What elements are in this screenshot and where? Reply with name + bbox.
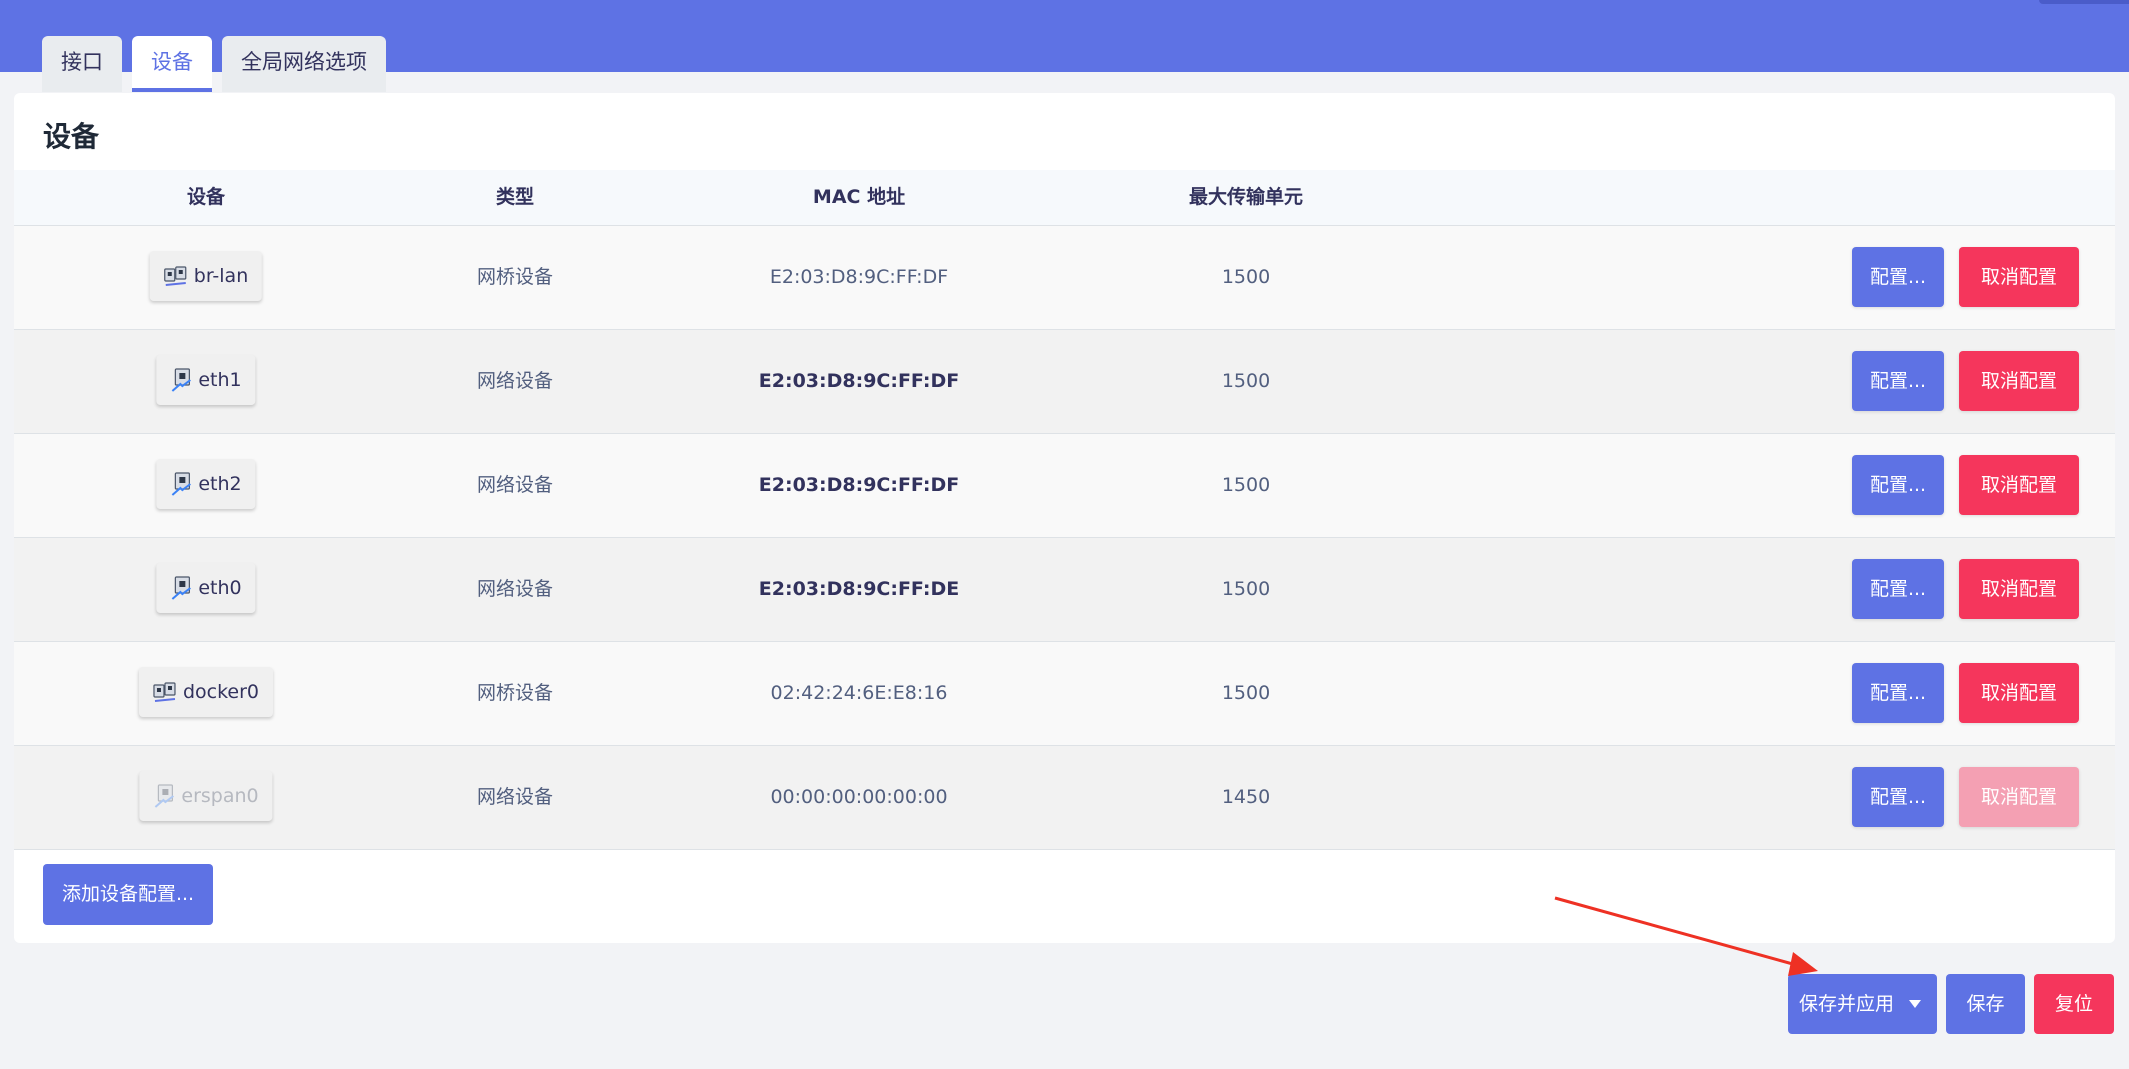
device-badge[interactable]: eth1 — [156, 355, 256, 405]
device-mac: 02:42:24:6E:E8:16 — [770, 682, 948, 704]
ethernet-port-icon — [154, 784, 174, 808]
device-badge[interactable]: eth2 — [156, 459, 256, 509]
device-name: eth0 — [198, 577, 242, 599]
ethernet-port-icon — [171, 368, 191, 392]
device-name: eth2 — [198, 473, 242, 495]
unconfigure-button[interactable]: 取消配置 — [1959, 559, 2079, 619]
save-button[interactable]: 保存 — [1946, 974, 2025, 1034]
tab-devices[interactable]: 设备 — [132, 36, 212, 92]
device-type: 网络设备 — [476, 578, 554, 600]
caret-down-icon[interactable] — [1909, 1000, 1921, 1008]
save-and-apply-label: 保存并应用 — [1799, 993, 1895, 1015]
unconfigure-button[interactable]: 取消配置 — [1959, 247, 2079, 307]
device-type: 网络设备 — [476, 474, 554, 496]
device-badge[interactable]: erspan0 — [139, 771, 273, 821]
tab-global-network-options[interactable]: 全局网络选项 — [222, 36, 386, 92]
column-header-mtu: 最大传输单元 — [1188, 186, 1304, 208]
panel-title: 设备 — [43, 120, 100, 153]
device-badge[interactable]: docker0 — [138, 667, 274, 717]
device-mac: E2:03:D8:9C:FF:DF — [769, 266, 949, 288]
bridge-icon — [153, 682, 176, 702]
ethernet-port-icon — [171, 576, 191, 600]
table-header: 设备 类型 MAC 地址 最大传输单元 — [14, 170, 2115, 226]
reset-button[interactable]: 复位 — [2034, 974, 2114, 1034]
add-device-config-button[interactable]: 添加设备配置... — [43, 864, 213, 925]
device-mtu: 1500 — [1221, 266, 1271, 288]
device-type: 网络设备 — [476, 370, 554, 392]
unconfigure-button[interactable]: 取消配置 — [1959, 455, 2079, 515]
column-header-device: 设备 — [186, 186, 226, 208]
column-header-mac: MAC 地址 — [812, 186, 906, 208]
header-corner-element — [2039, 0, 2129, 4]
device-mac: 00:00:00:00:00:00 — [770, 786, 948, 808]
annotation-arrow-head — [1788, 952, 1818, 976]
configure-button[interactable]: 配置... — [1852, 247, 1944, 307]
device-mtu: 1500 — [1221, 578, 1271, 600]
configure-button[interactable]: 配置... — [1852, 663, 1944, 723]
configure-button[interactable]: 配置... — [1852, 351, 1944, 411]
unconfigure-button[interactable]: 取消配置 — [1959, 767, 2079, 827]
tab-bar: 接口 设备 全局网络选项 — [42, 36, 386, 92]
configure-button[interactable]: 配置... — [1852, 767, 1944, 827]
device-type: 网桥设备 — [476, 266, 554, 288]
device-mtu: 1500 — [1221, 682, 1271, 704]
unconfigure-button[interactable]: 取消配置 — [1959, 663, 2079, 723]
device-mac: E2:03:D8:9C:FF:DF — [758, 370, 960, 392]
devices-panel: 设备 设备 类型 MAC 地址 最大传输单元 br-lan 网桥设备 E2:03:D… — [14, 93, 2115, 943]
device-badge[interactable]: eth0 — [156, 563, 256, 613]
table-row: erspan0 网络设备 00:00:00:00:00:00 1450 配置... 取消配… — [14, 746, 2115, 850]
ethernet-port-icon — [171, 472, 191, 496]
column-header-type: 类型 — [495, 186, 535, 208]
configure-button[interactable]: 配置... — [1852, 559, 1944, 619]
device-mac: E2:03:D8:9C:FF:DE — [758, 578, 960, 600]
save-and-apply-button[interactable]: 保存并应用 — [1788, 974, 1937, 1034]
device-type: 网桥设备 — [476, 682, 554, 704]
tab-interfaces[interactable]: 接口 — [42, 36, 122, 92]
table-row: br-lan 网桥设备 E2:03:D8:9C:FF:DF 1500 配置... 取消配置 — [14, 226, 2115, 330]
device-name: eth1 — [198, 369, 242, 391]
device-name: br-lan — [193, 265, 249, 287]
unconfigure-button[interactable]: 取消配置 — [1959, 351, 2079, 411]
table-row: eth2 网络设备 E2:03:D8:9C:FF:DF 1500 配置... 取消配置 — [14, 434, 2115, 538]
device-badge[interactable]: br-lan — [149, 251, 263, 301]
device-mac: E2:03:D8:9C:FF:DF — [758, 474, 960, 496]
table-row: eth0 网络设备 E2:03:D8:9C:FF:DE 1500 配置... 取消配置 — [14, 538, 2115, 642]
table-row: eth1 网络设备 E2:03:D8:9C:FF:DF 1500 配置... 取消配置 — [14, 330, 2115, 434]
device-name: erspan0 — [181, 785, 259, 807]
table-row: docker0 网桥设备 02:42:24:6E:E8:16 1500 配置... 取消配… — [14, 642, 2115, 746]
device-name: docker0 — [182, 681, 260, 703]
device-mtu: 1500 — [1221, 370, 1271, 392]
device-mtu: 1500 — [1221, 474, 1271, 496]
configure-button[interactable]: 配置... — [1852, 455, 1944, 515]
bridge-icon — [164, 266, 187, 286]
device-type: 网络设备 — [476, 786, 554, 808]
device-mtu: 1450 — [1221, 786, 1271, 808]
